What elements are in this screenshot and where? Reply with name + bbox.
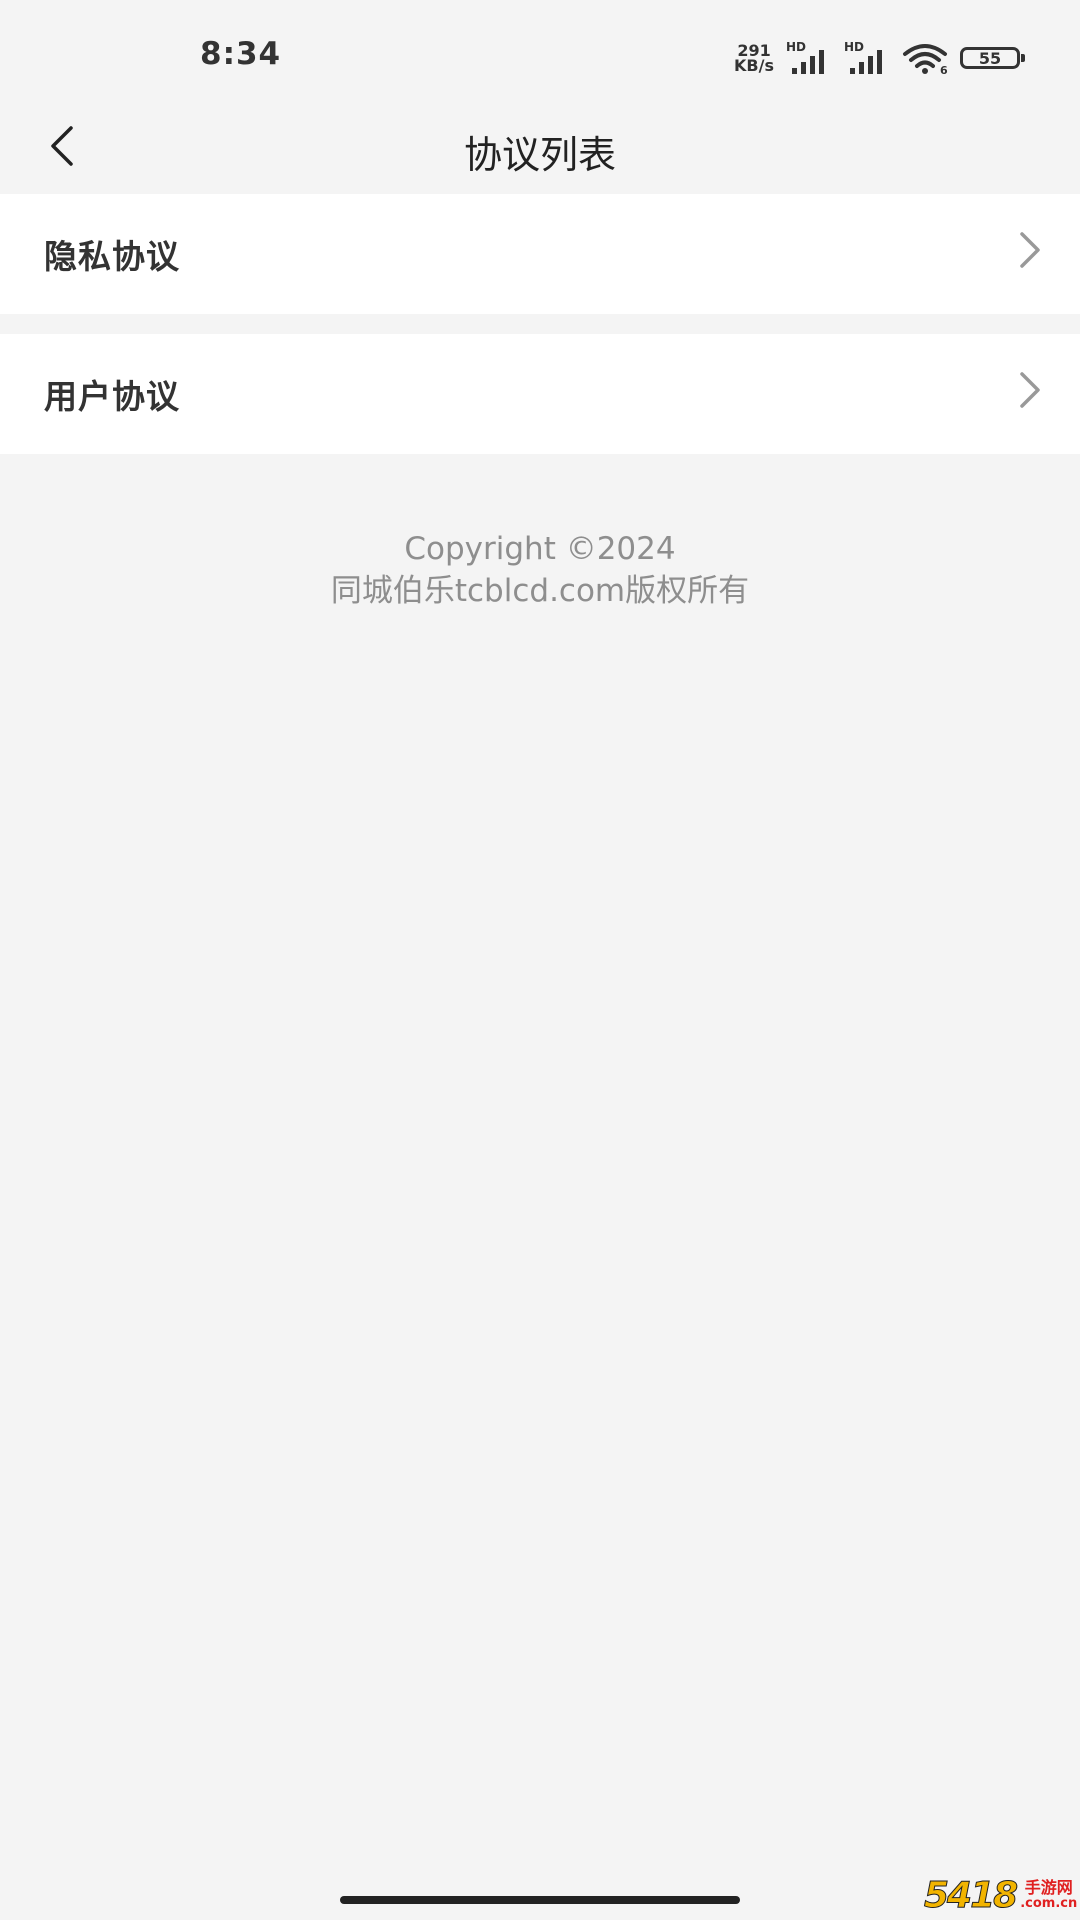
copyright-line-2: 同城伯乐tcblcd.com版权所有 — [330, 573, 750, 609]
list-item-user-agreement[interactable]: 用户协议 — [0, 334, 1080, 454]
page-title: 协议列表 — [463, 133, 616, 177]
battery-level: 55 — [978, 48, 1002, 68]
list-item-privacy-agreement[interactable]: 隐私协议 — [0, 194, 1080, 314]
watermark-text-top: 手游网 — [1024, 1878, 1073, 1897]
status-bar: 8:34 291 KB/s HD HD 6 55 — [0, 0, 1080, 104]
status-icons: 291 KB/s HD HD 6 55 — [734, 40, 1025, 76]
battery-icon: 55 — [960, 47, 1025, 69]
svg-text:6: 6 — [940, 64, 948, 74]
network-speed-unit: KB/s — [734, 56, 774, 75]
copyright-line-1: Copyright ©2024 — [404, 531, 676, 567]
home-indicator[interactable] — [340, 1896, 740, 1904]
chevron-right-icon — [1020, 372, 1040, 408]
list-item-label: 用户协议 — [44, 377, 180, 416]
watermark-text-bottom: .com.cn — [1020, 1896, 1078, 1911]
watermark-number: 5418 — [923, 1874, 1018, 1916]
wifi-icon: 6 — [903, 44, 948, 74]
copyright: Copyright ©2024 同城伯乐tcblcd.com版权所有 — [0, 528, 1080, 612]
signal-icon: HD — [786, 40, 832, 74]
watermark-logo: 5418 手游网 .com.cn — [923, 1870, 1080, 1920]
network-speed: 291 KB/s — [734, 43, 774, 75]
list-item-label: 隐私协议 — [44, 237, 180, 276]
nav-bar: 协议列表 — [0, 104, 1080, 188]
signal-icon: HD — [844, 40, 890, 74]
chevron-right-icon — [1020, 232, 1040, 268]
status-time: 8:34 — [200, 36, 282, 72]
